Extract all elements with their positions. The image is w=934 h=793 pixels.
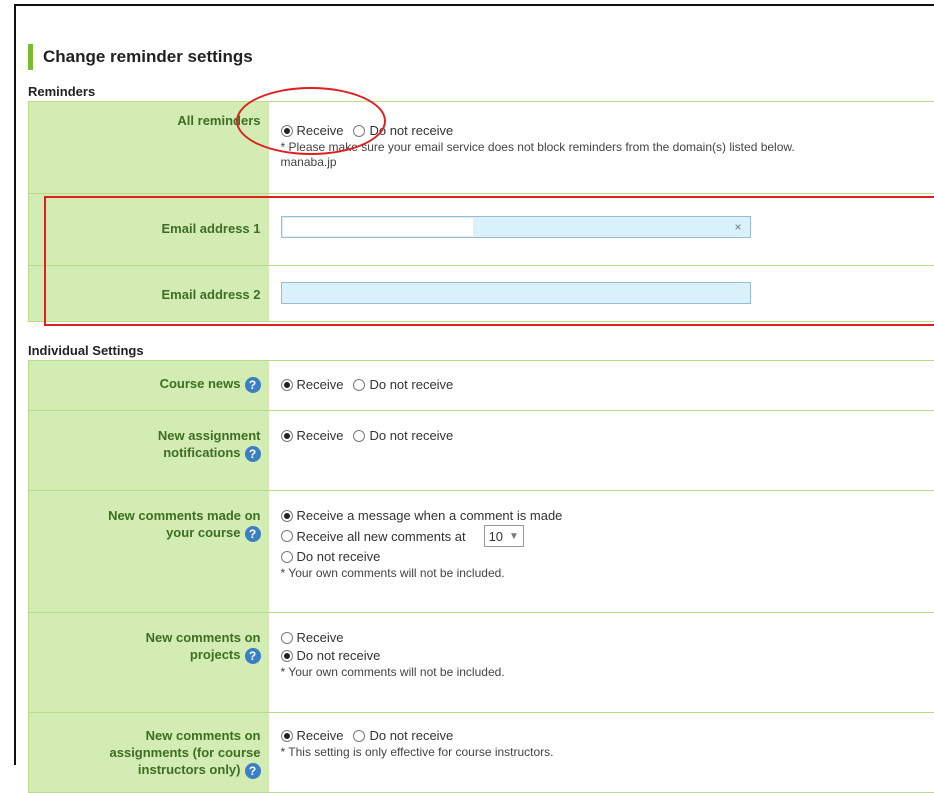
row-email-address-1: Email address 1 × <box>29 194 934 266</box>
allowed-domain: manaba.jp <box>281 155 927 170</box>
section-label-reminders: Reminders <box>28 84 95 99</box>
row-all-reminders: All reminders Receive Do not receive * P… <box>29 102 934 194</box>
radio-unchecked-icon <box>281 530 293 542</box>
all-reminders-receive-radio[interactable]: Receive <box>281 122 344 139</box>
new-comments-projects-label: New comments on projects? <box>29 613 269 713</box>
all-reminders-label: All reminders <box>29 102 269 194</box>
row-new-comments-assignments: New comments on assignments (for course … <box>29 713 934 793</box>
comments-course-all-at-radio[interactable]: Receive all new comments at <box>281 528 466 545</box>
all-reminders-value: Receive Do not receive * Please make sur… <box>269 102 934 194</box>
row-email-address-2: Email address 2 <box>29 266 934 322</box>
title-accent-bar <box>28 44 33 70</box>
comments-projects-do-not-receive-radio[interactable]: Do not receive <box>281 647 381 664</box>
comments-assignments-do-not-receive-radio[interactable]: Do not receive <box>353 727 453 744</box>
new-comments-course-label: New comments made on your course? <box>29 491 269 613</box>
reminders-table: All reminders Receive Do not receive * P… <box>28 101 934 322</box>
help-icon[interactable]: ? <box>245 377 261 393</box>
comments-assignments-receive-radio[interactable]: Receive <box>281 727 344 744</box>
comments-hour-select[interactable]: 10 ▼ <box>484 525 524 547</box>
comments-projects-receive-radio[interactable]: Receive <box>281 629 344 646</box>
new-assignment-do-not-receive-radio[interactable]: Do not receive <box>353 427 453 444</box>
radio-unchecked-icon <box>353 379 365 391</box>
all-reminders-note: * Please make sure your email service do… <box>281 140 927 155</box>
new-assignment-receive-radio[interactable]: Receive <box>281 427 344 444</box>
new-assignment-label: New assignment notifications? <box>29 411 269 491</box>
email-address-1-redacted-value <box>283 218 473 236</box>
individual-settings-table: Course news? Receive Do not receive New … <box>28 360 934 793</box>
row-new-comments-projects: New comments on projects? Receive Do not… <box>29 613 934 713</box>
radio-unchecked-icon <box>353 730 365 742</box>
new-comments-assignments-label: New comments on assignments (for course … <box>29 713 269 793</box>
page-header: Change reminder settings <box>28 44 253 70</box>
course-news-receive-radio[interactable]: Receive <box>281 376 344 393</box>
email-address-1-input[interactable]: × <box>281 216 751 238</box>
radio-unchecked-icon <box>281 551 293 563</box>
radio-checked-icon <box>281 650 293 662</box>
page-title: Change reminder settings <box>43 47 253 67</box>
chevron-down-icon: ▼ <box>509 528 519 545</box>
all-reminders-do-not-receive-radio[interactable]: Do not receive <box>353 122 453 139</box>
radio-checked-icon <box>281 730 293 742</box>
comments-course-on-comment-radio[interactable]: Receive a message when a comment is made <box>281 507 563 524</box>
radio-checked-icon <box>281 379 293 391</box>
comments-projects-note: * Your own comments will not be included… <box>281 665 927 680</box>
email-address-2-field[interactable] <box>282 283 750 303</box>
section-label-individual-settings: Individual Settings <box>28 343 144 358</box>
comments-course-note: * Your own comments will not be included… <box>281 566 927 581</box>
radio-unchecked-icon <box>353 125 365 137</box>
help-icon[interactable]: ? <box>245 446 261 462</box>
help-icon[interactable]: ? <box>245 526 261 542</box>
email-address-2-label: Email address 2 <box>29 266 269 322</box>
course-news-do-not-receive-radio[interactable]: Do not receive <box>353 376 453 393</box>
radio-checked-icon <box>281 430 293 442</box>
radio-checked-icon <box>281 510 293 522</box>
clear-icon[interactable]: × <box>734 219 741 236</box>
radio-unchecked-icon <box>281 632 293 644</box>
help-icon[interactable]: ? <box>245 648 261 664</box>
comments-assignments-note: * This setting is only effective for cou… <box>281 745 927 760</box>
row-course-news: Course news? Receive Do not receive <box>29 361 934 411</box>
row-new-assignment-notifications: New assignment notifications? Receive Do… <box>29 411 934 491</box>
email-address-2-input[interactable] <box>281 282 751 304</box>
radio-unchecked-icon <box>353 430 365 442</box>
email-address-1-label: Email address 1 <box>29 194 269 266</box>
comments-course-do-not-receive-radio[interactable]: Do not receive <box>281 548 381 565</box>
course-news-label: Course news? <box>29 361 269 411</box>
radio-checked-icon <box>281 125 293 137</box>
row-new-comments-course: New comments made on your course? Receiv… <box>29 491 934 613</box>
